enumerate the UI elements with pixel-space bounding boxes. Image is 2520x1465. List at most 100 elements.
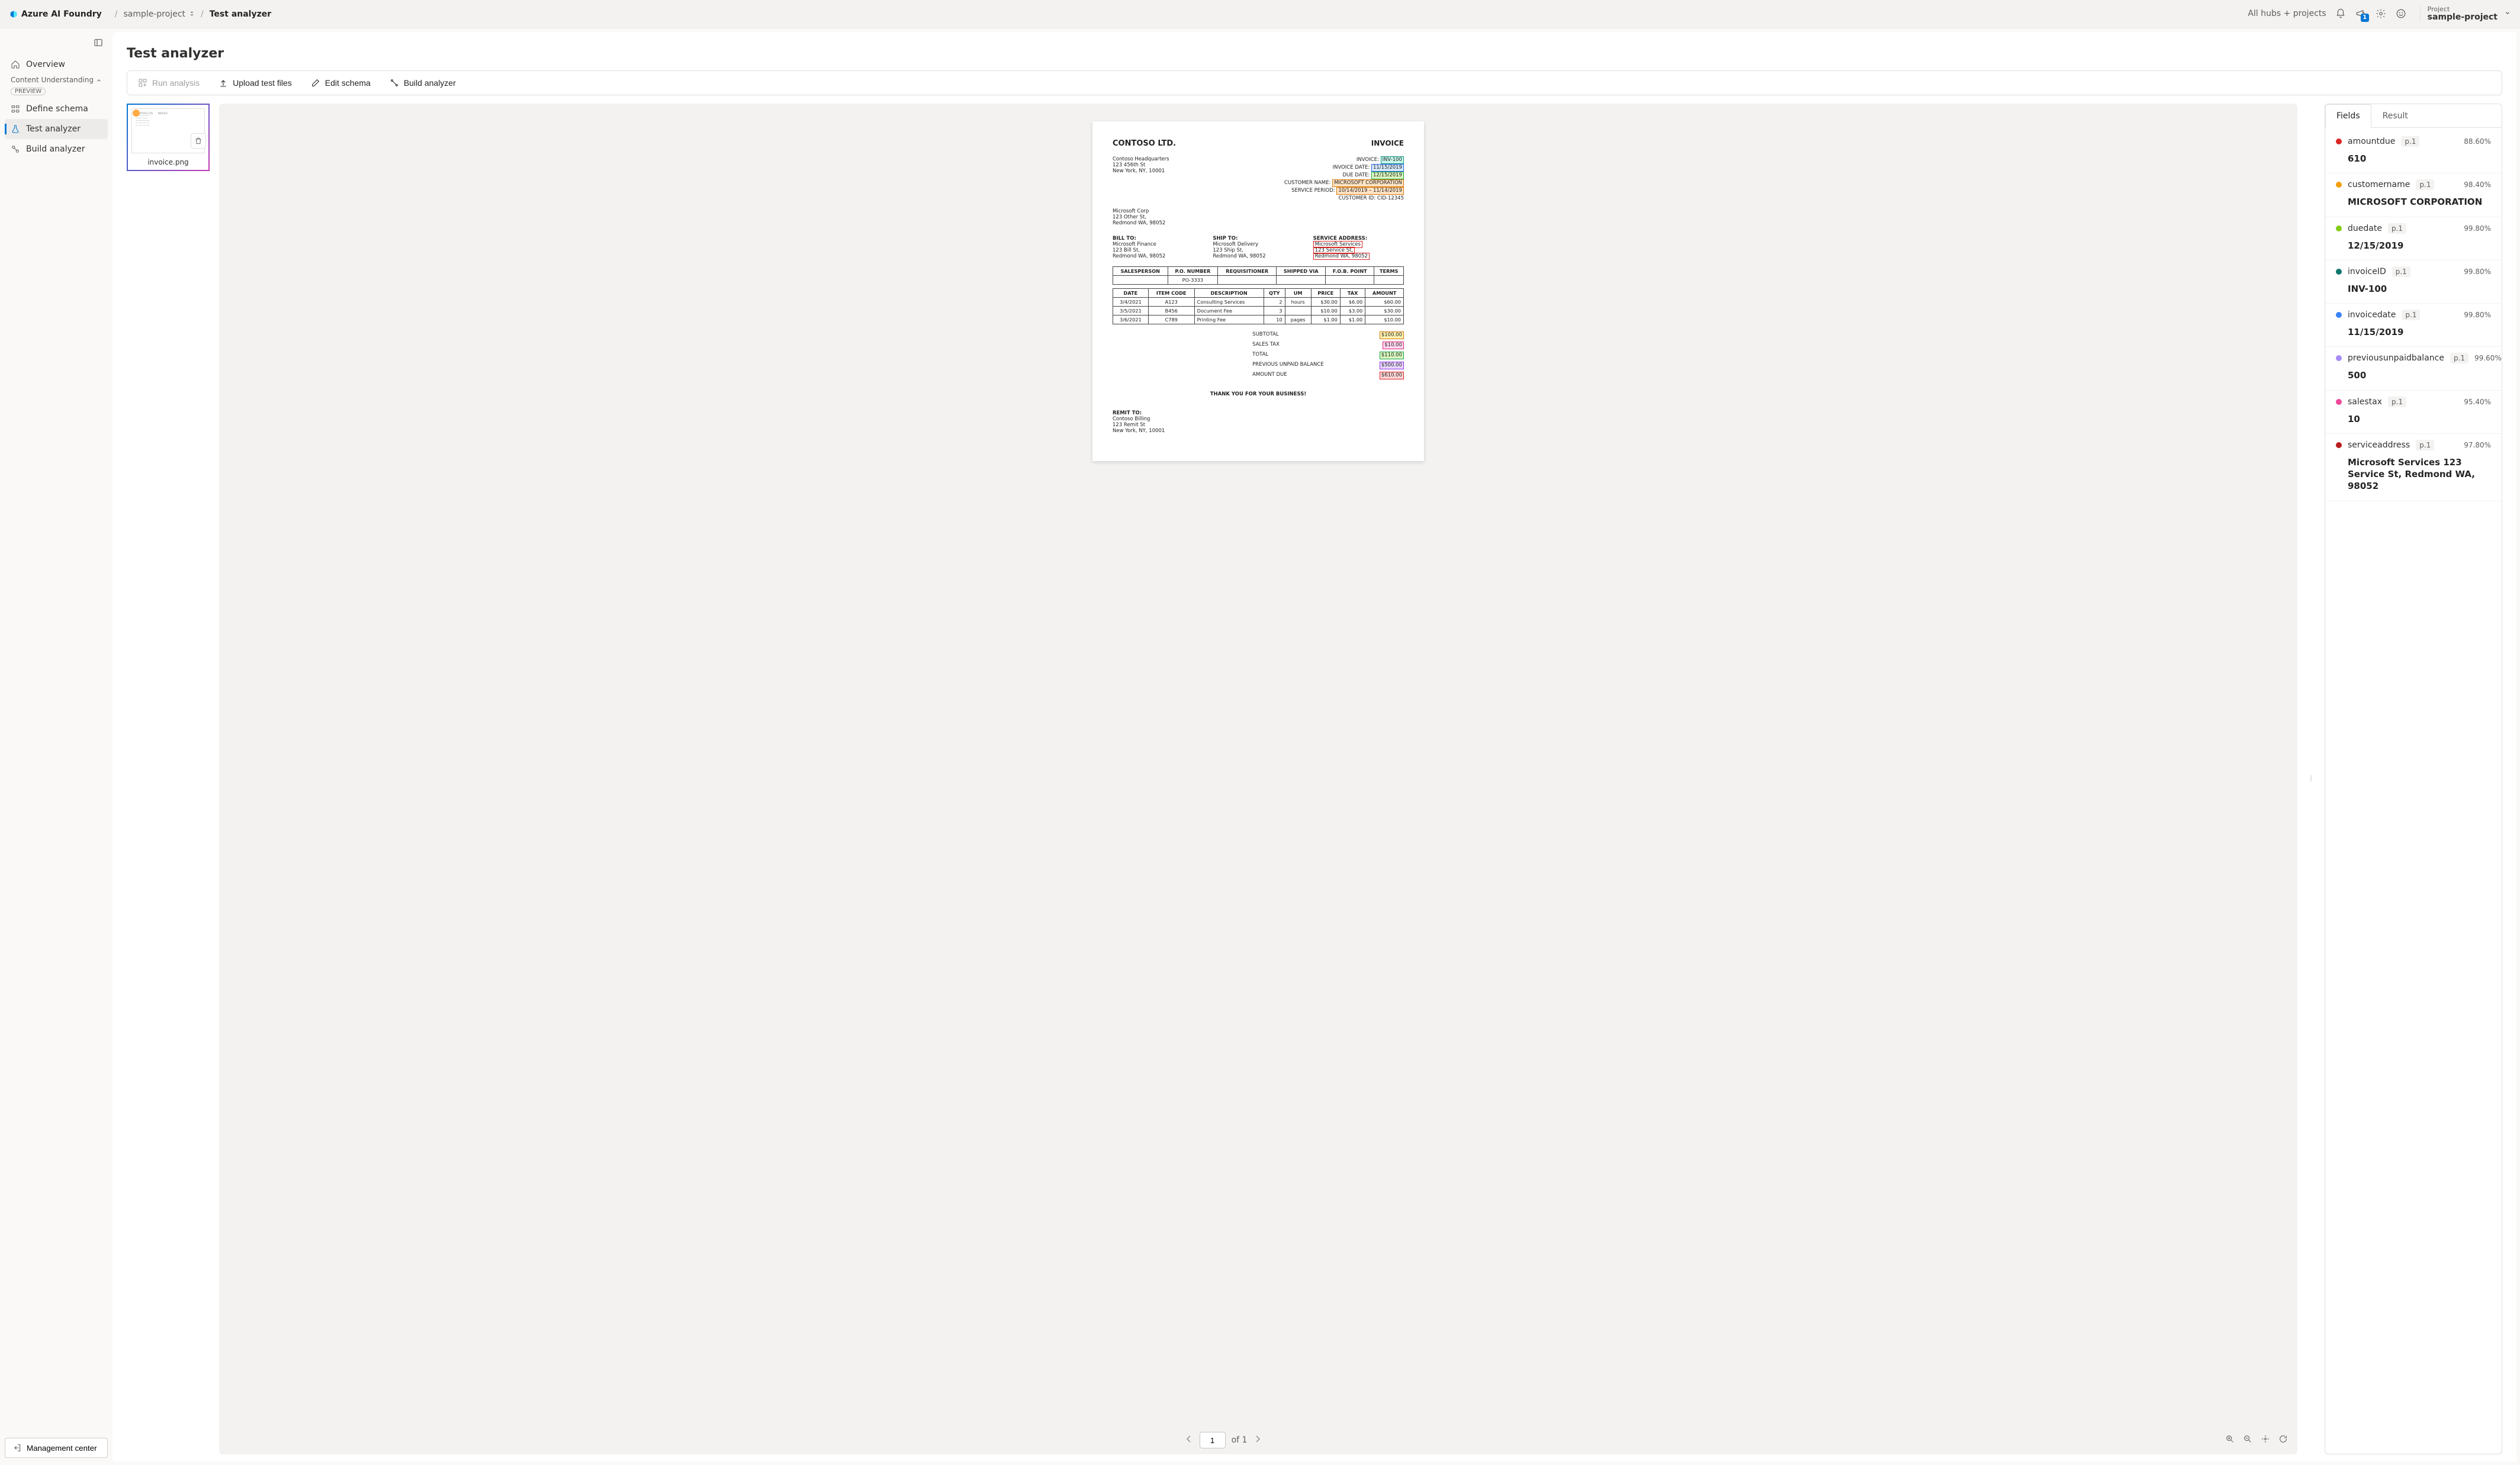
doc-po-table: SALESPERSONP.O. NUMBERREQUISITIONERSHIPP… [1113,266,1404,285]
thumbnail-card[interactable]: CONTOSO LTD. INVOICE────────────── ─────… [127,104,210,171]
doc-line-items-table: DATEITEM CODEDESCRIPTIONQTYUMPRICETAXAMO… [1113,288,1404,324]
brand-name: Azure AI Foundry [21,9,102,19]
exit-icon [12,1443,22,1453]
field-color-swatch [2336,442,2342,448]
rotate-icon[interactable] [2278,1434,2288,1446]
wrench-icon [11,144,20,154]
doc-totals: SUBTOTAL$100.00 SALES TAX$10.00 TOTAL$11… [1252,330,1404,381]
management-center-label: Management center [27,1444,97,1453]
field-color-swatch [2336,139,2342,144]
field-value: 11/15/2019 [2348,326,2491,338]
sidebar-section-content-understanding[interactable]: Content Understanding PREVIEW [5,75,108,95]
sidebar-item-build-analyzer[interactable]: Build analyzer [5,139,108,159]
field-confidence: 99.60% [2474,354,2502,362]
preview-badge: PREVIEW [11,88,46,95]
hl-due-date: 12/15/2019 [1371,172,1404,179]
smiley-icon[interactable] [2395,8,2407,20]
results-panel: Fields Result amountdue p.1 88.60% 610 custo… [2325,104,2502,1454]
breadcrumb-project[interactable]: sample-project [123,9,195,19]
field-value: 610 [2348,153,2491,165]
sidebar: Overview Content Understanding PREVIEW D… [0,28,112,1465]
foundry-logo-icon [9,10,18,18]
hl-invoice-id: INV-100 [1381,156,1404,164]
field-row[interactable]: serviceaddressp.197.80%Microsoft Service… [2325,434,2502,501]
sidebar-item-label: Build analyzer [26,144,85,154]
field-color-swatch [2336,182,2342,188]
fields-list[interactable]: amountdue p.1 88.60% 610 customernamep.198.4… [2325,128,2502,1454]
hl-service-period: 10/14/2019 – 11/14/2019 [1336,187,1404,195]
page-number-input[interactable] [1200,1432,1226,1448]
field-color-swatch [2336,312,2342,318]
gear-icon[interactable] [2375,8,2387,20]
field-name: invoiceID [2348,267,2386,276]
tab-fields[interactable]: Fields [2325,104,2371,128]
management-center-button[interactable]: Management center [5,1438,108,1458]
fit-icon[interactable] [2261,1434,2270,1446]
viewer-footer: of 1 [219,1426,2297,1454]
breadcrumb-current: Test analyzer [210,9,271,19]
delete-thumbnail-button[interactable] [191,133,206,149]
field-confidence: 99.80% [2464,268,2491,276]
megaphone-icon[interactable]: 1 [2355,8,2367,20]
thumbnail-rail: CONTOSO LTD. INVOICE────────────── ─────… [127,104,210,1454]
collapse-sidebar-icon[interactable] [94,38,103,50]
field-color-swatch [2336,399,2342,405]
field-value: 500 [2348,369,2491,381]
results-tabs: Fields Result [2325,104,2502,128]
field-row[interactable]: invoicedatep.199.80%11/15/2019 [2325,304,2502,347]
field-confidence: 88.60% [2464,137,2491,146]
viewer-canvas[interactable]: CONTOSO LTD. INVOICE Contoso Headquarter… [219,104,2297,1426]
chevron-up-icon [96,77,102,85]
sidebar-item-overview[interactable]: Overview [5,54,108,75]
field-row[interactable]: invoiceIDp.199.80%INV-100 [2325,260,2502,304]
main: Test analyzer Run analysis Upload test f… [112,32,2516,1461]
sidebar-item-define-schema[interactable]: Define schema [5,99,108,119]
zoom-out-icon[interactable] [2243,1434,2252,1446]
field-value: INV-100 [2348,283,2491,295]
field-page-chip: p.1 [2401,136,2419,147]
field-name: invoicedate [2348,310,2396,320]
chevron-up-down-icon [189,9,195,19]
prev-page-button[interactable] [1184,1434,1194,1446]
run-analysis-button: Run analysis [134,76,203,90]
doc-company: CONTOSO LTD. [1113,139,1176,148]
field-row[interactable]: duedatep.199.80%12/15/2019 [2325,217,2502,260]
field-row[interactable]: customernamep.198.40%MICROSOFT CORPORATI… [2325,173,2502,217]
zoom-in-icon[interactable] [2225,1434,2235,1446]
build-analyzer-button[interactable]: Build analyzer [386,76,459,90]
panel-splitter[interactable]: ⁞ [2307,104,2315,1454]
home-icon [11,60,20,69]
field-name: serviceaddress [2348,440,2410,450]
hl-invoice-date: 11/15/2019 [1371,164,1404,172]
brand[interactable]: Azure AI Foundry [9,9,102,19]
sidebar-item-test-analyzer[interactable]: Test analyzer [5,119,108,139]
bell-icon[interactable] [2335,8,2347,20]
field-name: amountdue [2348,137,2395,146]
field-row[interactable]: salestaxp.195.40%10 [2325,391,2502,434]
sidebar-item-label: Overview [26,60,65,69]
field-row[interactable]: amountdue p.1 88.60% 610 [2325,130,2502,173]
field-color-swatch [2336,226,2342,231]
hl-customer-name: MICROSOFT CORPORATION [1332,179,1404,187]
field-value: MICROSOFT CORPORATION [2348,196,2491,208]
topbar-right: All hubs + projects 1 Project sample-pro… [2248,6,2511,22]
sidebar-item-label: Define schema [26,104,88,114]
doc-label: INVOICE [1371,139,1404,147]
field-name: salestax [2348,397,2382,407]
next-page-button[interactable] [1253,1434,1262,1446]
project-label: Project [2428,6,2498,12]
edit-schema-button[interactable]: Edit schema [307,76,374,90]
hubs-link[interactable]: All hubs + projects [2248,9,2326,18]
field-color-swatch [2336,269,2342,275]
field-value: Microsoft Services 123 Service St, Redmo… [2348,456,2491,492]
chevron-down-icon [2505,9,2511,18]
field-page-chip: p.1 [2388,397,2406,407]
page-total: of 1 [1232,1435,1248,1445]
field-row[interactable]: previousunpaidbalancep.199.60%500 [2325,347,2502,390]
tab-result[interactable]: Result [2371,104,2419,127]
field-page-chip: p.1 [2388,223,2406,234]
field-confidence: 99.80% [2464,311,2491,319]
breadcrumb-sep: / [115,9,118,19]
project-picker[interactable]: Project sample-project [2420,6,2511,22]
upload-test-files-button[interactable]: Upload test files [215,76,295,90]
